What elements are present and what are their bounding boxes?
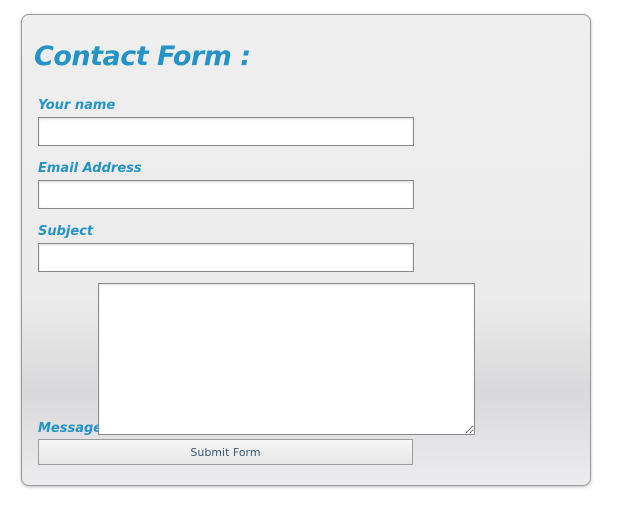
message-textarea[interactable] [98,283,475,435]
submit-button[interactable]: Submit Form [38,439,413,465]
contact-form-panel: Contact Form : Your name Email Address S… [21,14,591,486]
name-label: Your name [38,98,116,113]
message-label: Message [38,421,103,436]
form-title: Contact Form : [34,41,251,72]
email-input[interactable] [38,180,414,209]
subject-input[interactable] [38,243,414,272]
name-input[interactable] [38,117,414,146]
subject-label: Subject [38,224,94,239]
email-label: Email Address [38,161,142,176]
